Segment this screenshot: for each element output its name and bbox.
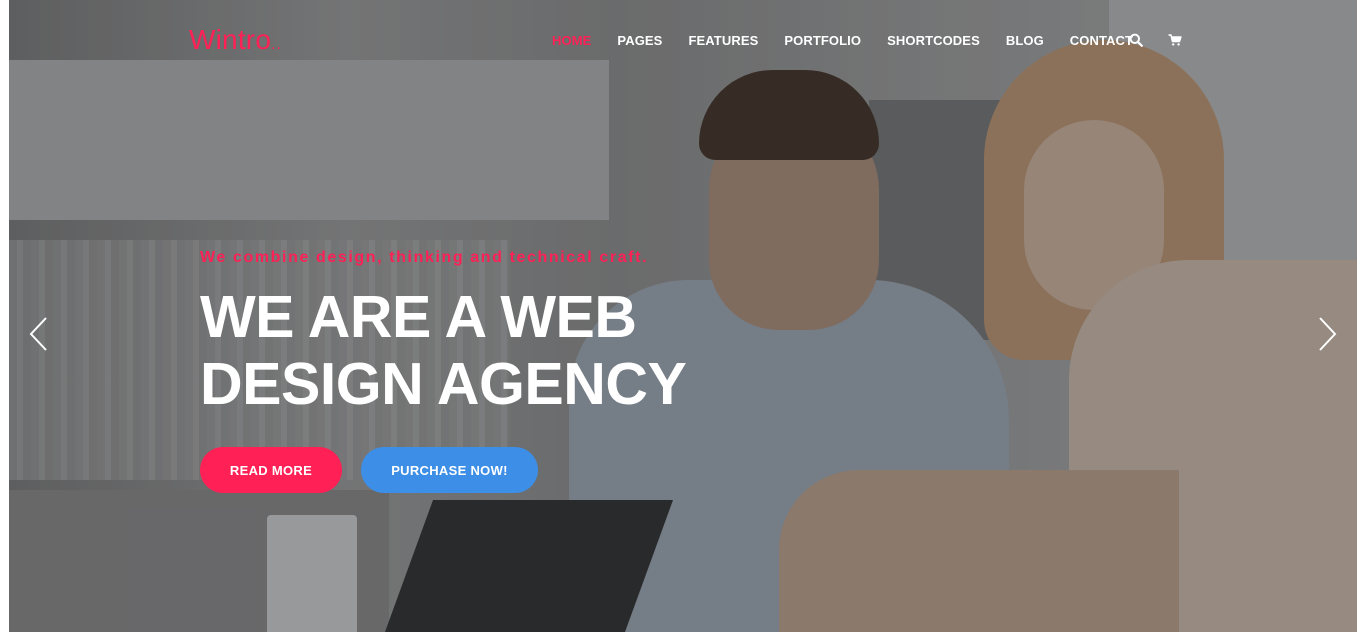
hero-tagline: We combine design, thinking and technica…: [200, 249, 649, 266]
search-icon[interactable]: [1129, 33, 1143, 47]
nav-item-blog[interactable]: BLOG: [1006, 33, 1044, 48]
main-menu: HOME PAGES FEATURES PORTFOLIO SHORTCODES…: [552, 33, 1159, 48]
nav-item-home[interactable]: HOME: [552, 33, 591, 48]
brand-logo[interactable]: Wintro..: [189, 24, 282, 56]
hero-headline-line2: DESIGN AGENCY: [200, 351, 687, 417]
nav-item-shortcodes[interactable]: SHORTCODES: [887, 33, 980, 48]
chevron-right-icon[interactable]: [1311, 314, 1341, 354]
nav-item-features[interactable]: FEATURES: [688, 33, 758, 48]
navbar: Wintro.. HOME PAGES FEATURES PORTFOLIO S…: [0, 0, 1366, 80]
nav-item-portfolio[interactable]: PORTFOLIO: [784, 33, 861, 48]
chevron-left-icon[interactable]: [25, 314, 55, 354]
cart-icon[interactable]: [1168, 33, 1182, 47]
brand-name: Wintro: [189, 24, 272, 55]
read-more-button[interactable]: READ MORE: [200, 447, 342, 493]
hero-headline: WE ARE A WEB DESIGN AGENCY: [200, 284, 687, 418]
nav-item-pages[interactable]: PAGES: [617, 33, 662, 48]
hero-headline-line1: WE ARE A WEB: [200, 284, 637, 350]
nav-item-contact[interactable]: CONTACT: [1070, 33, 1133, 48]
purchase-now-button[interactable]: PURCHASE NOW!: [361, 447, 538, 493]
brand-dots: ..: [271, 36, 282, 53]
